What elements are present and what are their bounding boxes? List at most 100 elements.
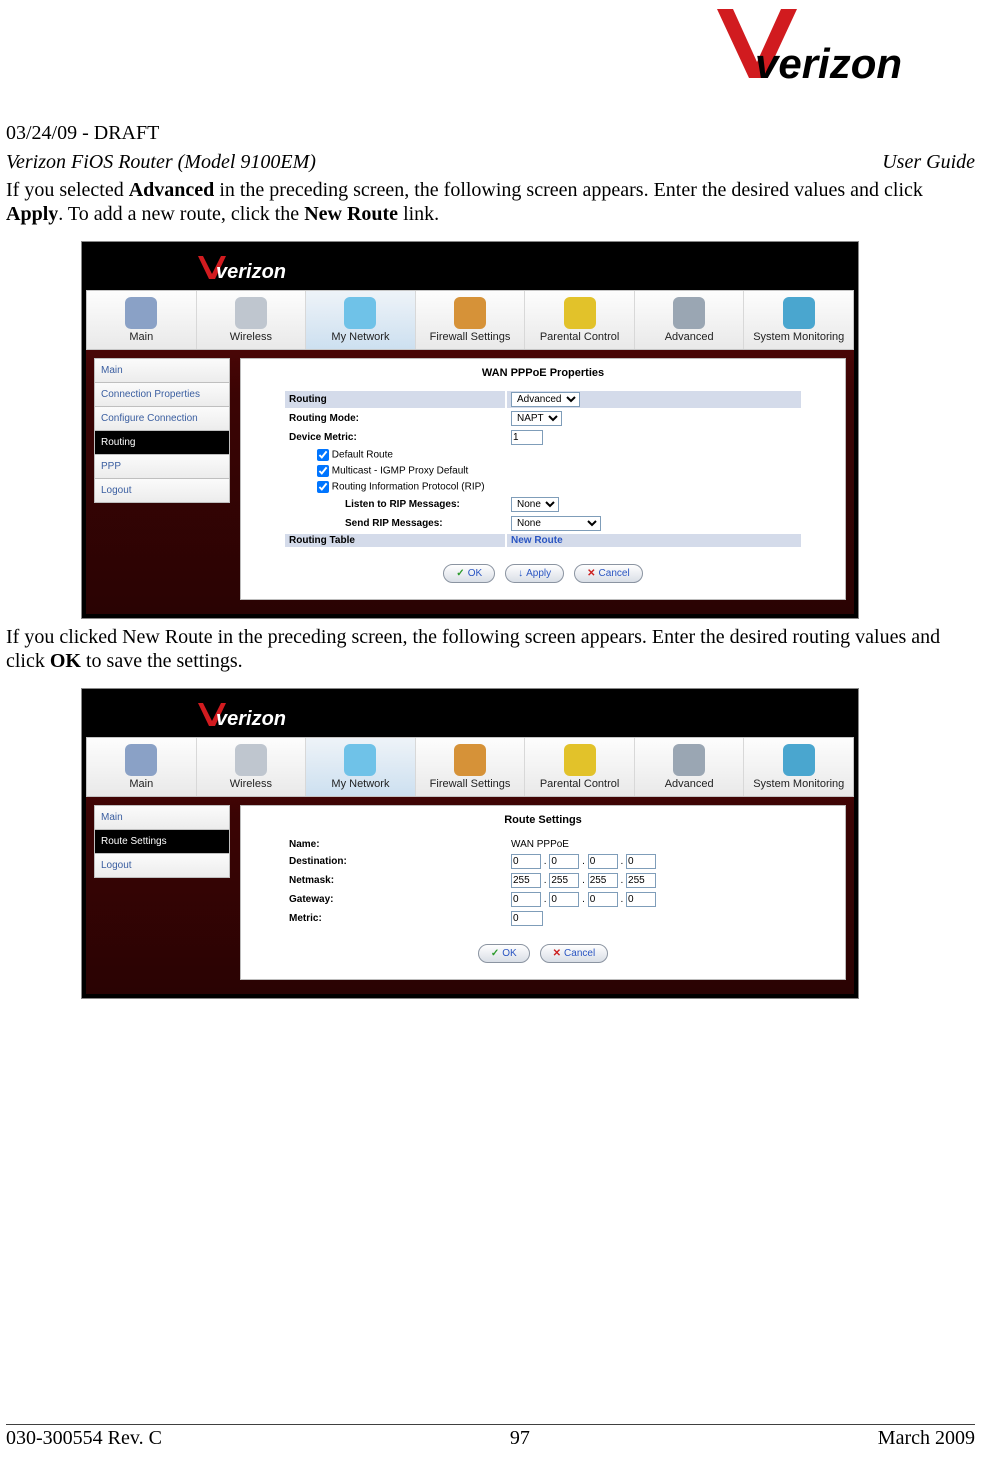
sidebar-item-route-settings[interactable]: Route Settings <box>94 829 230 853</box>
cb-rip[interactable] <box>317 481 329 493</box>
nav-icon <box>344 744 376 776</box>
nav-icon <box>783 297 815 329</box>
sidebar-item-main[interactable]: Main <box>94 358 230 382</box>
sidebar-item-logout[interactable]: Logout <box>94 853 230 878</box>
doc-subtitle: User Guide <box>882 151 975 174</box>
sidebar: MainRoute SettingsLogout <box>94 805 230 980</box>
footer-page: 97 <box>510 1427 530 1450</box>
input-destination-octet-3[interactable] <box>588 854 618 869</box>
ok-button[interactable]: ✓OK <box>478 944 530 963</box>
nav-label: Wireless <box>197 778 306 790</box>
nav-parental-control[interactable]: Parental Control <box>525 291 635 349</box>
nav-icon <box>564 297 596 329</box>
nav-icon <box>344 297 376 329</box>
nav-icon <box>235 744 267 776</box>
cancel-button[interactable]: ✕Cancel <box>574 564 643 583</box>
input-gateway-octet-4[interactable] <box>626 892 656 907</box>
screenshot-route-settings: verizon MainWirelessMy NetworkFirewall S… <box>81 688 859 999</box>
ok-button[interactable]: ✓OK <box>443 564 495 583</box>
sidebar-item-routing[interactable]: Routing <box>94 430 230 454</box>
input-netmask-octet-2[interactable] <box>549 873 579 888</box>
nav-icon <box>125 297 157 329</box>
doc-title: Verizon FiOS Router (Model 9100EM) <box>6 151 316 174</box>
input-destination-octet-4[interactable] <box>626 854 656 869</box>
nav-icon <box>454 297 486 329</box>
input-gateway-octet-2[interactable] <box>549 892 579 907</box>
cb-multicast[interactable] <box>317 465 329 477</box>
verizon-logo-small: verizon <box>196 701 326 731</box>
nav-label: System Monitoring <box>744 778 853 790</box>
svg-text:verizon: verizon <box>216 261 286 283</box>
nav-system-monitoring[interactable]: System Monitoring <box>744 291 853 349</box>
value-name: WAN PPPoE <box>507 838 801 851</box>
paragraph-2: If you clicked New Route in the precedin… <box>6 625 975 674</box>
nav-wireless[interactable]: Wireless <box>197 738 307 796</box>
nav-wireless[interactable]: Wireless <box>197 291 307 349</box>
nav-icon <box>235 297 267 329</box>
nav-label: My Network <box>306 778 415 790</box>
label-listen-rip: Listen to RIP Messages: <box>285 496 505 513</box>
nav-label: My Network <box>306 331 415 343</box>
label-routing: Routing <box>285 391 505 408</box>
input-netmask-octet-4[interactable] <box>626 873 656 888</box>
input-gateway-octet-3[interactable] <box>588 892 618 907</box>
cb-default-route[interactable] <box>317 449 329 461</box>
nav-advanced[interactable]: Advanced <box>635 291 745 349</box>
label-cb-rip: Routing Information Protocol (RIP) <box>332 481 485 492</box>
sidebar-item-logout[interactable]: Logout <box>94 478 230 503</box>
sidebar-item-main[interactable]: Main <box>94 805 230 829</box>
nav-main[interactable]: Main <box>87 738 197 796</box>
nav-label: Main <box>87 331 196 343</box>
nav-system-monitoring[interactable]: System Monitoring <box>744 738 853 796</box>
cancel-button[interactable]: ✕Cancel <box>540 944 609 963</box>
input-netmask-octet-3[interactable] <box>588 873 618 888</box>
input-device-metric[interactable] <box>511 430 543 445</box>
select-send-rip[interactable]: None <box>511 516 601 531</box>
nav-label: Firewall Settings <box>416 331 525 343</box>
nav-parental-control[interactable]: Parental Control <box>525 738 635 796</box>
nav-icon <box>564 744 596 776</box>
label-device-metric: Device Metric: <box>285 429 505 446</box>
nav-main[interactable]: Main <box>87 291 197 349</box>
nav-advanced[interactable]: Advanced <box>635 738 745 796</box>
input-destination-octet-2[interactable] <box>549 854 579 869</box>
nav-row: MainWirelessMy NetworkFirewall SettingsP… <box>86 737 854 797</box>
nav-label: Advanced <box>635 778 744 790</box>
select-routing[interactable]: Advanced <box>511 392 580 407</box>
nav-label: Firewall Settings <box>416 778 525 790</box>
nav-firewall-settings[interactable]: Firewall Settings <box>416 738 526 796</box>
paragraph-1: If you selected Advanced in the precedin… <box>6 178 975 227</box>
sidebar-item-ppp[interactable]: PPP <box>94 454 230 478</box>
link-new-route[interactable]: New Route <box>511 535 563 546</box>
label-destination: Destination: <box>285 853 505 870</box>
nav-firewall-settings[interactable]: Firewall Settings <box>416 291 526 349</box>
sidebar: MainConnection PropertiesConfigure Conne… <box>94 358 230 600</box>
nav-my-network[interactable]: My Network <box>306 738 416 796</box>
nav-my-network[interactable]: My Network <box>306 291 416 349</box>
input-metric[interactable] <box>511 911 543 926</box>
draft-line: 03/24/09 - DRAFT <box>6 122 975 145</box>
nav-label: Advanced <box>635 331 744 343</box>
screenshot-wan-pppoe: verizon MainWirelessMy NetworkFirewall S… <box>81 241 859 619</box>
label-cb-default-route: Default Route <box>332 449 393 460</box>
panel-title: WAN PPPoE Properties <box>241 359 845 389</box>
select-listen-rip[interactable]: None <box>511 497 559 512</box>
panel-title: Route Settings <box>241 806 845 836</box>
svg-text:verizon: verizon <box>216 708 286 730</box>
nav-label: System Monitoring <box>744 331 853 343</box>
input-gateway-octet-1[interactable] <box>511 892 541 907</box>
footer-right: March 2009 <box>878 1427 975 1450</box>
sidebar-item-configure-connection[interactable]: Configure Connection <box>94 406 230 430</box>
footer-left: 030-300554 Rev. C <box>6 1427 162 1450</box>
select-routing-mode[interactable]: NAPT <box>511 411 562 426</box>
input-destination-octet-1[interactable] <box>511 854 541 869</box>
sidebar-item-connection-properties[interactable]: Connection Properties <box>94 382 230 406</box>
label-metric: Metric: <box>285 910 505 927</box>
nav-icon <box>783 744 815 776</box>
input-netmask-octet-1[interactable] <box>511 873 541 888</box>
nav-icon <box>454 744 486 776</box>
label-netmask: Netmask: <box>285 872 505 889</box>
label-cb-multicast: Multicast - IGMP Proxy Default <box>332 465 469 476</box>
nav-label: Main <box>87 778 196 790</box>
apply-button[interactable]: ↓Apply <box>505 564 564 583</box>
